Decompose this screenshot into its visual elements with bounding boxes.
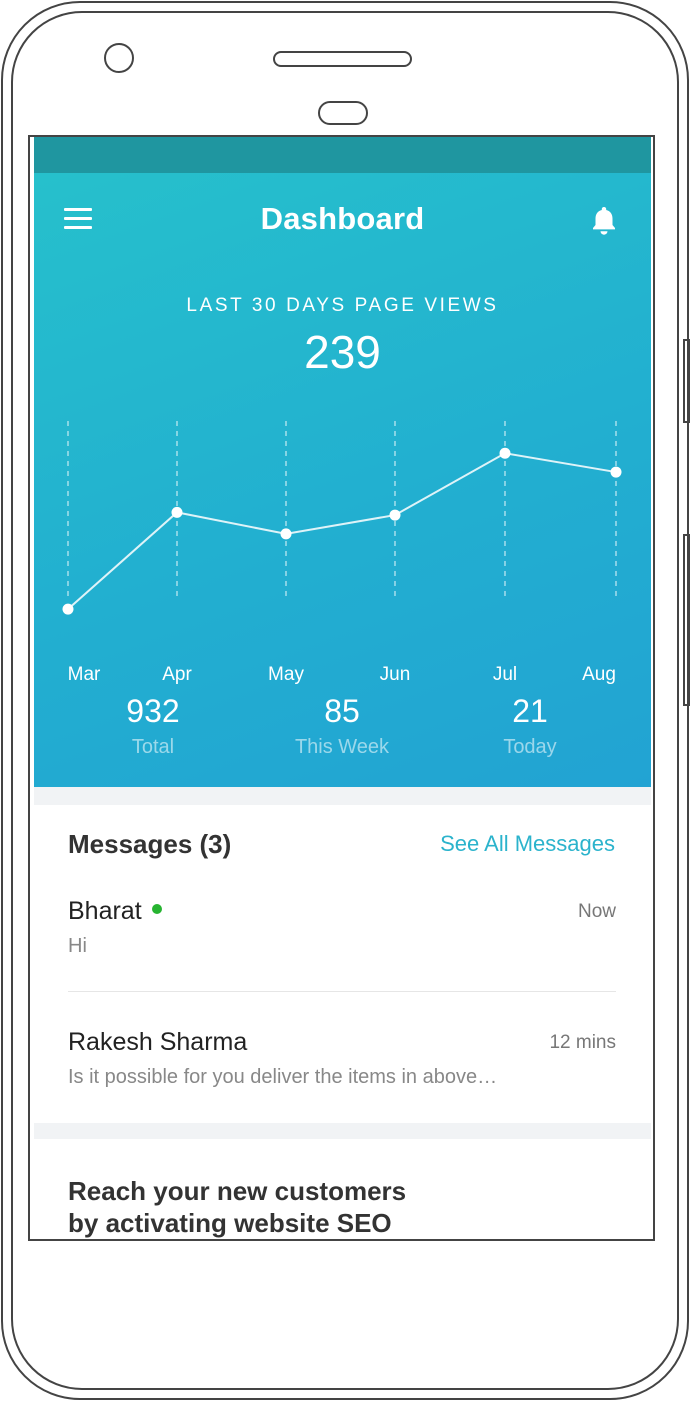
- message-sender-name: Rakesh Sharma: [68, 1028, 248, 1056]
- message-time: Now: [577, 901, 616, 922]
- chart-point-aug[interactable]: [610, 466, 622, 478]
- see-all-messages-link[interactable]: See All Messages: [440, 831, 615, 857]
- stat-total-label: Total: [131, 736, 175, 758]
- seo-promo-title: Reach your new customers by activating w…: [68, 1175, 488, 1239]
- message-sender-name: Bharat: [68, 897, 142, 925]
- seo-promo-line-2: by activating website SEO: [68, 1208, 392, 1238]
- online-status-dot: [151, 904, 162, 915]
- chart-tick-label: Apr: [162, 664, 192, 685]
- message-divider: [68, 991, 616, 992]
- message-time: 12 mins: [549, 1032, 616, 1053]
- chart-tick-label: Jun: [380, 664, 411, 685]
- message-preview: Is it possible for you deliver the items…: [68, 1066, 498, 1088]
- stat-today-label: Today: [503, 736, 557, 758]
- message-item-rakesh-sharma[interactable]: Rakesh Sharma 12 mins Is it possible for…: [68, 1028, 616, 1128]
- chart-point-mar[interactable]: [62, 603, 74, 615]
- message-preview: Hi: [68, 935, 87, 957]
- chart-series-line: [67, 452, 617, 610]
- page-views-header: Dashboard LAST 30 DAYS PAGE VIEWS 239 Ma…: [34, 173, 651, 787]
- chart-point-may[interactable]: [280, 528, 292, 540]
- stat-total-value: 932: [126, 693, 180, 729]
- chart-point-apr[interactable]: [171, 506, 183, 518]
- stat-total: 932 Total: [53, 693, 253, 759]
- chart-tick-label: Jul: [493, 664, 517, 685]
- section-divider: [34, 787, 651, 805]
- messages-card: Messages (3) See All Messages Bharat Now…: [34, 805, 651, 1123]
- stat-today: 21 Today: [430, 693, 630, 759]
- message-sender: Bharat: [68, 897, 162, 926]
- messages-heading: Messages (3): [68, 829, 232, 859]
- seo-promo-card[interactable]: Reach your new customers by activating w…: [34, 1139, 651, 1239]
- stat-this-week: 85 This Week: [242, 693, 442, 759]
- screen: Dashboard LAST 30 DAYS PAGE VIEWS 239 Ma…: [31, 137, 653, 1239]
- chart-tick-label: May: [268, 664, 304, 685]
- stat-today-value: 21: [512, 693, 548, 729]
- status-bar: [34, 137, 651, 173]
- section-divider: [34, 1123, 651, 1139]
- stat-this-week-label: This Week: [294, 736, 390, 758]
- message-item-bharat[interactable]: Bharat Now Hi: [68, 897, 616, 997]
- chart-point-jun[interactable]: [389, 509, 401, 521]
- chart-tick-label: Mar: [68, 664, 101, 685]
- stat-this-week-value: 85: [324, 693, 360, 729]
- chart-point-jul[interactable]: [499, 447, 511, 459]
- chart-tick-label: Aug: [582, 664, 616, 685]
- seo-promo-line-1: Reach your new customers: [68, 1176, 407, 1206]
